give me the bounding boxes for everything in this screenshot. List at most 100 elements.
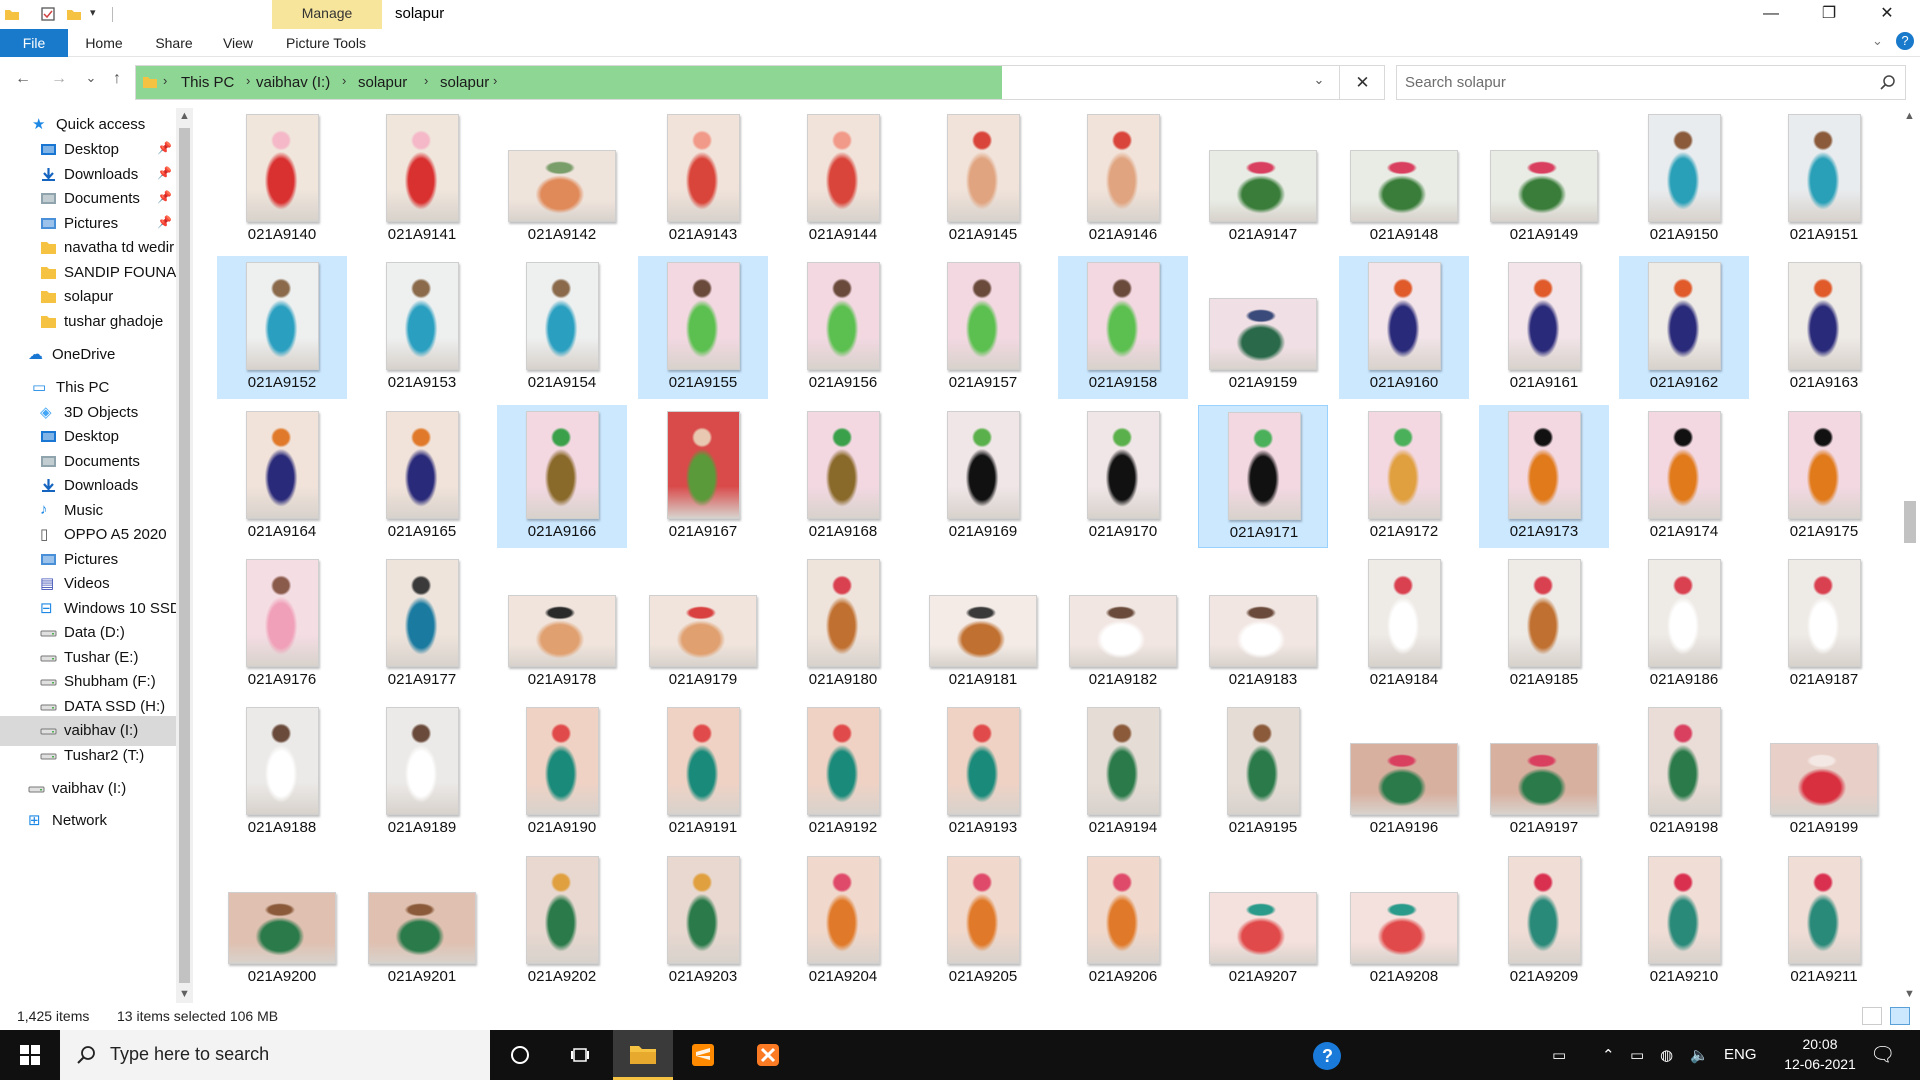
- tab-share[interactable]: Share: [150, 29, 198, 57]
- properties-icon[interactable]: [40, 6, 56, 22]
- file-tile[interactable]: 021A9167: [638, 405, 768, 548]
- tab-view[interactable]: View: [216, 29, 260, 57]
- manage-context-tab[interactable]: Manage: [272, 0, 382, 29]
- file-tile[interactable]: 021A9198: [1619, 701, 1749, 844]
- file-tile[interactable]: 021A9186: [1619, 553, 1749, 696]
- scroll-up-arrow[interactable]: ▲: [1901, 108, 1918, 125]
- sublime-text-taskbar-button[interactable]: [673, 1030, 733, 1080]
- file-tile[interactable]: 021A9176: [217, 553, 347, 696]
- file-tile[interactable]: 021A9164: [217, 405, 347, 548]
- tab-picture-tools[interactable]: Picture Tools: [278, 29, 374, 57]
- nav-item-vaibhav-i[interactable]: vaibhav (I:): [0, 774, 176, 804]
- file-tile[interactable]: 021A9172: [1339, 405, 1469, 548]
- file-tile[interactable]: 021A9141: [357, 108, 487, 251]
- navigation-scrollbar[interactable]: ▲ ▼: [176, 108, 193, 1003]
- file-tile[interactable]: 021A9142: [497, 108, 627, 251]
- up-button[interactable]: ↑: [106, 70, 128, 92]
- file-tile[interactable]: 021A9188: [217, 701, 347, 844]
- file-tile[interactable]: 021A9184: [1339, 553, 1469, 696]
- scroll-down-arrow[interactable]: ▼: [176, 986, 193, 1003]
- file-tile[interactable]: 021A9169: [918, 405, 1048, 548]
- breadcrumb-separator[interactable]: ›: [493, 73, 497, 88]
- file-tile[interactable]: 021A9200: [217, 850, 347, 993]
- cortana-button[interactable]: [490, 1030, 550, 1080]
- file-tile[interactable]: 021A9173: [1479, 405, 1609, 548]
- customize-qat-icon[interactable]: ▾: [90, 6, 106, 22]
- file-tile[interactable]: 021A9149: [1479, 108, 1609, 251]
- file-tile[interactable]: 021A9199: [1759, 701, 1889, 844]
- file-tile[interactable]: 021A9174: [1619, 405, 1749, 548]
- address-history-dropdown[interactable]: ⌄: [1308, 72, 1330, 94]
- file-tile[interactable]: 021A9171: [1198, 405, 1328, 548]
- file-tile[interactable]: 021A9197: [1479, 701, 1609, 844]
- scroll-up-arrow[interactable]: ▲: [176, 108, 193, 125]
- task-view-button[interactable]: [550, 1030, 610, 1080]
- scroll-down-arrow[interactable]: ▼: [1901, 986, 1918, 1003]
- file-tile[interactable]: 021A9189: [357, 701, 487, 844]
- input-indicator-icon[interactable]: ▭: [1552, 1046, 1566, 1064]
- network-icon[interactable]: ◍: [1660, 1046, 1673, 1064]
- file-tile[interactable]: 021A9182: [1058, 553, 1188, 696]
- file-tile[interactable]: 021A9205: [918, 850, 1048, 993]
- search-input[interactable]: Search solapur: [1405, 74, 1506, 91]
- file-tile[interactable]: 021A9153: [357, 256, 487, 399]
- file-tile[interactable]: 021A9166: [497, 405, 627, 548]
- file-tile[interactable]: 021A9157: [918, 256, 1048, 399]
- help-icon[interactable]: ?: [1896, 32, 1914, 50]
- expand-ribbon-icon[interactable]: ⌄: [1872, 33, 1883, 49]
- search-icon[interactable]: [1879, 74, 1897, 92]
- search-box[interactable]: Search solapur: [1396, 65, 1906, 100]
- taskbar-search-input[interactable]: Type here to search: [110, 1044, 269, 1065]
- address-bar[interactable]: › This PC › vaibhav (I:) › solapur › sol…: [135, 65, 1385, 100]
- file-tile[interactable]: 021A9187: [1759, 553, 1889, 696]
- help-tray-icon[interactable]: ?: [1313, 1042, 1341, 1070]
- file-tile[interactable]: 021A9180: [778, 553, 908, 696]
- file-tile[interactable]: 021A9211: [1759, 850, 1889, 993]
- file-tile[interactable]: 021A9152: [217, 256, 347, 399]
- taskbar-search[interactable]: Type here to search: [60, 1030, 490, 1080]
- file-tile[interactable]: 021A9162: [1619, 256, 1749, 399]
- breadcrumb-solapur-current[interactable]: solapur: [440, 74, 489, 91]
- start-button[interactable]: [0, 1030, 60, 1080]
- details-view-icon[interactable]: [1862, 1007, 1882, 1025]
- breadcrumb-drive[interactable]: vaibhav (I:): [256, 74, 330, 91]
- file-tile[interactable]: 021A9154: [497, 256, 627, 399]
- file-tile[interactable]: 021A9185: [1479, 553, 1609, 696]
- xampp-taskbar-button[interactable]: [738, 1030, 798, 1080]
- large-icons-view-icon[interactable]: [1890, 1007, 1910, 1025]
- language-indicator[interactable]: ENG: [1724, 1046, 1757, 1063]
- stop-loading-button[interactable]: ✕: [1339, 66, 1385, 99]
- file-tile[interactable]: 021A9175: [1759, 405, 1889, 548]
- file-tile[interactable]: 021A9196: [1339, 701, 1469, 844]
- breadcrumb-separator[interactable]: ›: [424, 73, 428, 88]
- clock-date[interactable]: 12-06-2021: [1775, 1056, 1865, 1072]
- file-tile[interactable]: 021A9181: [918, 553, 1048, 696]
- maximize-button[interactable]: ❐: [1800, 0, 1858, 29]
- file-tile[interactable]: 021A9192: [778, 701, 908, 844]
- file-tile[interactable]: 021A9145: [918, 108, 1048, 251]
- clock-time[interactable]: 20:08: [1785, 1036, 1855, 1052]
- file-tile[interactable]: 021A9163: [1759, 256, 1889, 399]
- file-tile[interactable]: 021A9160: [1339, 256, 1469, 399]
- file-tile[interactable]: 021A9208: [1339, 850, 1469, 993]
- file-tile[interactable]: 021A9144: [778, 108, 908, 251]
- file-tile[interactable]: 021A9177: [357, 553, 487, 696]
- file-tile[interactable]: 021A9140: [217, 108, 347, 251]
- file-tile[interactable]: 021A9207: [1198, 850, 1328, 993]
- minimize-button[interactable]: —: [1742, 0, 1800, 29]
- file-tile[interactable]: 021A9193: [918, 701, 1048, 844]
- tab-home[interactable]: Home: [80, 29, 128, 57]
- tab-file[interactable]: File: [0, 29, 68, 57]
- file-tile[interactable]: 021A9147: [1198, 108, 1328, 251]
- nav-item-tushar-ghadoje[interactable]: tushar ghadoje: [0, 307, 176, 337]
- file-explorer-taskbar-button[interactable]: [613, 1030, 673, 1080]
- file-tile[interactable]: 021A9151: [1759, 108, 1889, 251]
- breadcrumb-separator[interactable]: ›: [246, 73, 250, 88]
- volume-icon[interactable]: 🔈: [1690, 1046, 1709, 1064]
- breadcrumb-solapur[interactable]: solapur: [358, 74, 407, 91]
- file-tile[interactable]: 021A9159: [1198, 256, 1328, 399]
- file-tile[interactable]: 021A9143: [638, 108, 768, 251]
- breadcrumb-separator[interactable]: ›: [163, 73, 167, 88]
- content-scrollbar[interactable]: ▲ ▼: [1898, 108, 1920, 1003]
- file-tile[interactable]: 021A9161: [1479, 256, 1609, 399]
